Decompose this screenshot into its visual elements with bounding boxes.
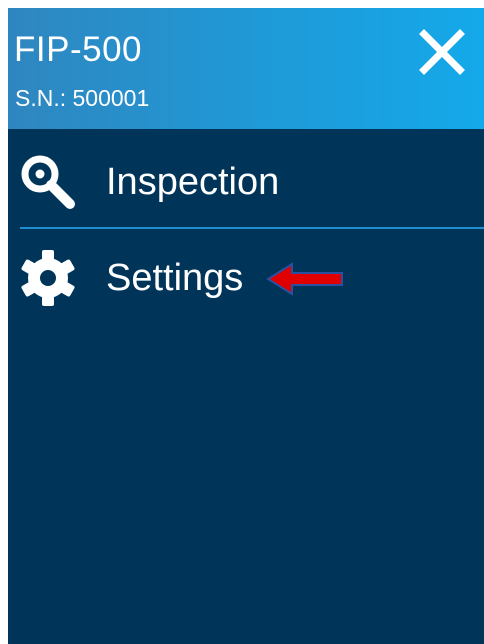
menu-item-settings[interactable]: Settings bbox=[8, 236, 484, 320]
arrow-left-icon bbox=[266, 262, 344, 296]
menu-item-inspection[interactable]: Inspection bbox=[8, 140, 484, 224]
menu-item-label: Settings bbox=[106, 257, 244, 299]
close-icon bbox=[419, 29, 465, 75]
header-bar: FIP-500 S.N.: 500001 bbox=[8, 8, 484, 129]
gear-icon bbox=[18, 248, 78, 308]
close-button[interactable] bbox=[416, 26, 468, 78]
device-screen: FIP-500 S.N.: 500001 Inspection Settings bbox=[8, 8, 484, 644]
menu-divider bbox=[20, 227, 484, 229]
serial-number: S.N.: 500001 bbox=[15, 85, 150, 111]
menu-item-label: Inspection bbox=[106, 161, 280, 203]
device-title: FIP-500 bbox=[14, 30, 142, 69]
magnifier-icon bbox=[18, 152, 78, 212]
